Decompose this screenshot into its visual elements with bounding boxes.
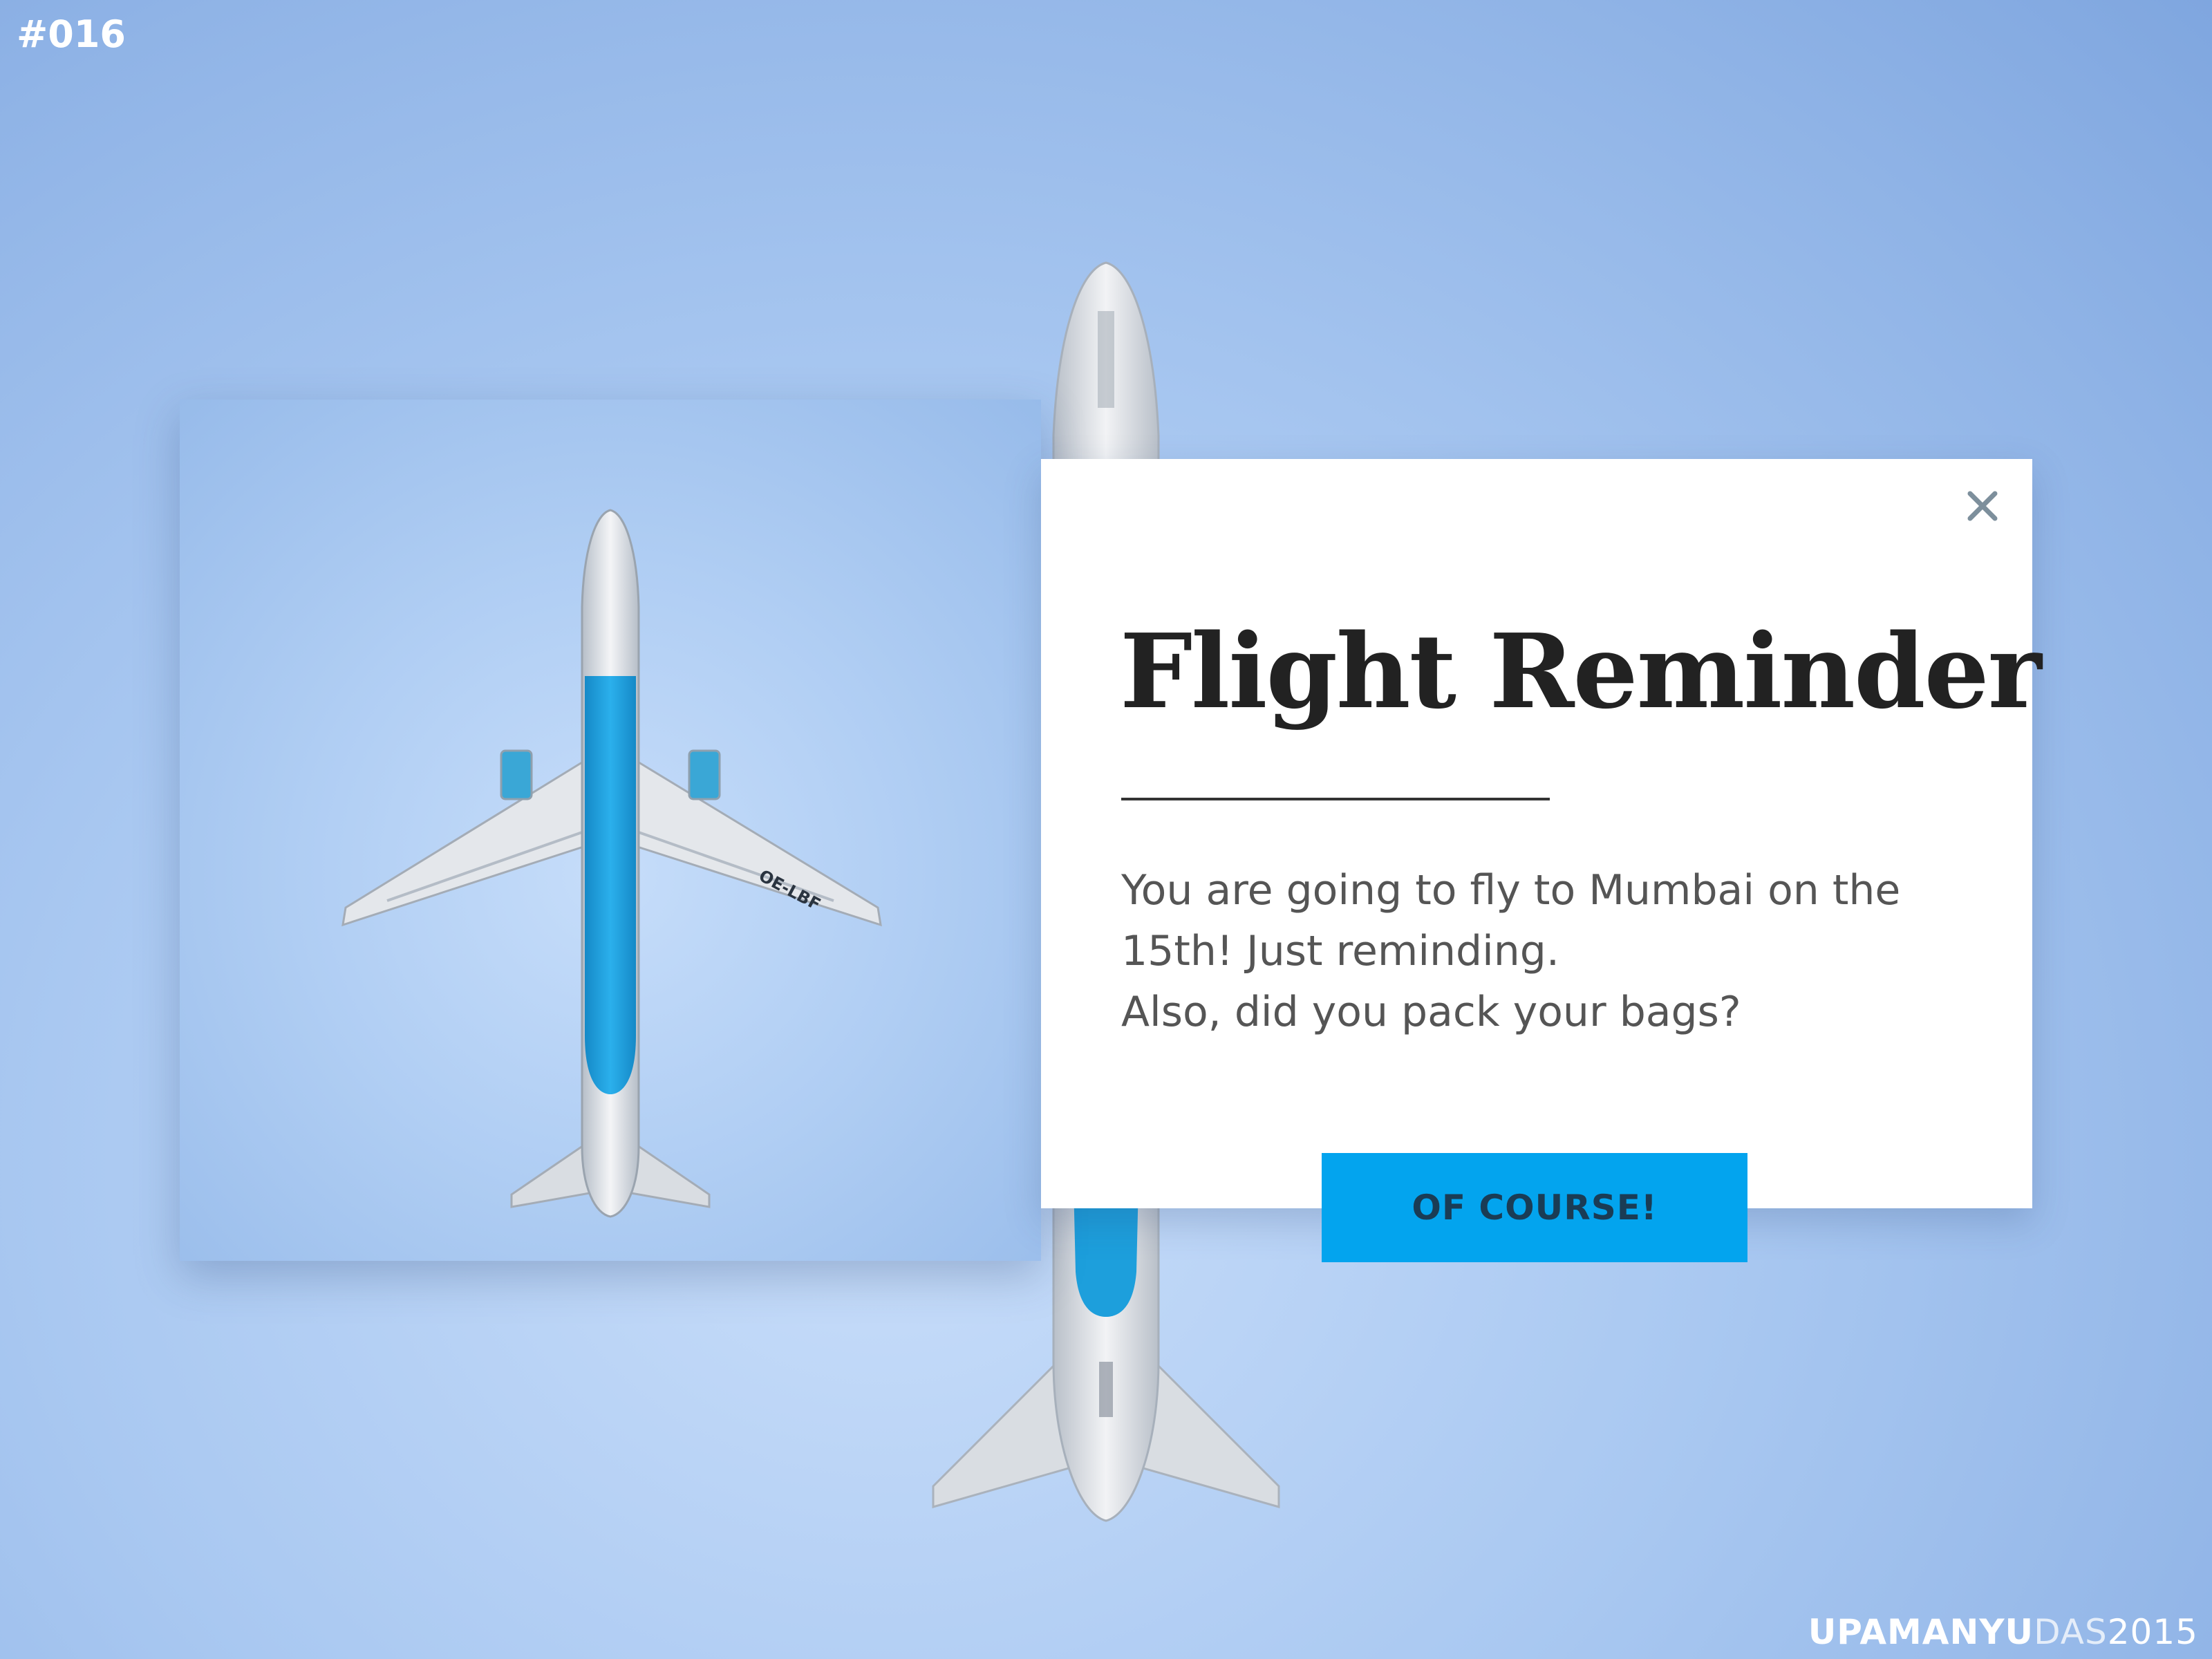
author-signature: UPAMANYUDAS2015 [1808,1612,2198,1652]
airplane-photo: OE-LBF [180,400,1041,1261]
confirm-button[interactable]: OF COURSE! [1322,1153,1747,1262]
title-divider [1121,798,1550,800]
signature-year: 2015 [2107,1612,2198,1652]
message-line: You are going to fly to Mumbai on the 15… [1121,866,1901,975]
signature-first: UPAMANYU [1808,1612,2034,1652]
close-button[interactable] [1960,484,2005,528]
signature-last: DAS [2034,1612,2108,1652]
dialog-title: Flight Reminder [1120,611,2042,731]
close-icon[interactable] [1960,484,2005,528]
flight-reminder-dialog: Flight Reminder You are going to fly to … [1041,459,2042,1208]
message-line: Also, did you pack your bags? [1121,988,1741,1036]
airplane-image: OE-LBF [341,509,882,1218]
slide-number: #016 [17,12,126,56]
dialog-message: You are going to fly to Mumbai on the 15… [1121,860,1965,1042]
